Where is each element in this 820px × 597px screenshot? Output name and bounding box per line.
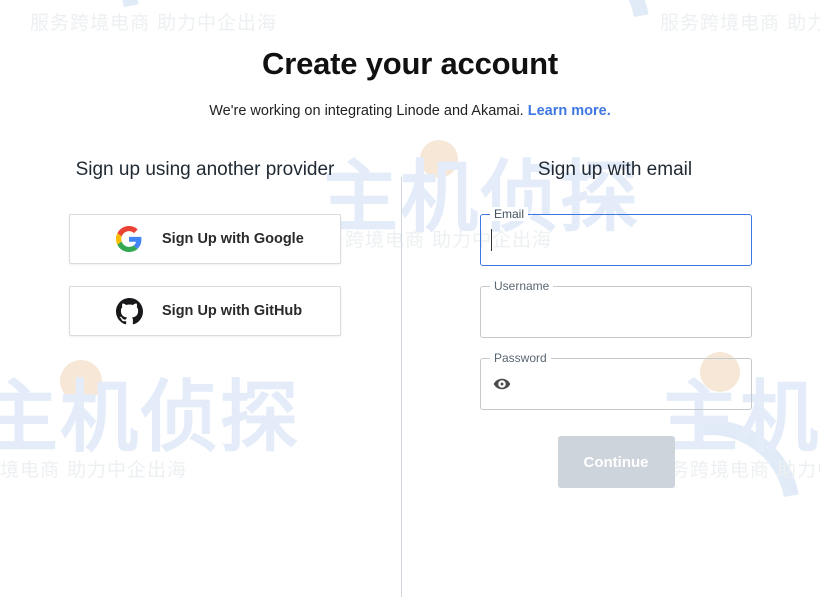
column-divider (401, 177, 402, 597)
provider-column: Sign up using another provider Sign Up w… (0, 159, 410, 488)
signup-page: Create your account We're working on int… (0, 0, 820, 597)
email-column-heading: Sign up with email (537, 159, 693, 180)
email-field-wrapper[interactable]: Email (480, 207, 752, 266)
username-input[interactable] (481, 287, 751, 337)
signup-github-button[interactable]: Sign Up with GitHub (69, 286, 341, 336)
password-field-wrapper[interactable]: Password (480, 351, 752, 410)
username-field-wrapper[interactable]: Username (480, 279, 752, 338)
email-input[interactable] (481, 215, 751, 265)
page-title: Create your account (262, 46, 558, 81)
continue-button[interactable]: Continue (557, 436, 675, 488)
signup-google-button[interactable]: Sign Up with Google (69, 214, 341, 264)
email-column: Sign up with email Email Username Passwo… (410, 159, 820, 488)
password-input[interactable] (481, 359, 751, 409)
provider-column-heading: Sign up using another provider (75, 159, 335, 180)
email-signup-form: Email Username Password Continue (478, 207, 752, 488)
learn-more-link[interactable]: Learn more. (528, 103, 611, 119)
signup-google-label: Sign Up with Google (162, 231, 304, 247)
integration-notice-text: We're working on integrating Linode and … (209, 103, 524, 119)
signup-github-label: Sign Up with GitHub (162, 303, 303, 319)
google-icon (114, 224, 144, 254)
signup-columns: Sign up using another provider Sign Up w… (0, 159, 820, 597)
integration-notice: We're working on integrating Linode and … (0, 82, 820, 119)
github-icon (114, 296, 144, 326)
